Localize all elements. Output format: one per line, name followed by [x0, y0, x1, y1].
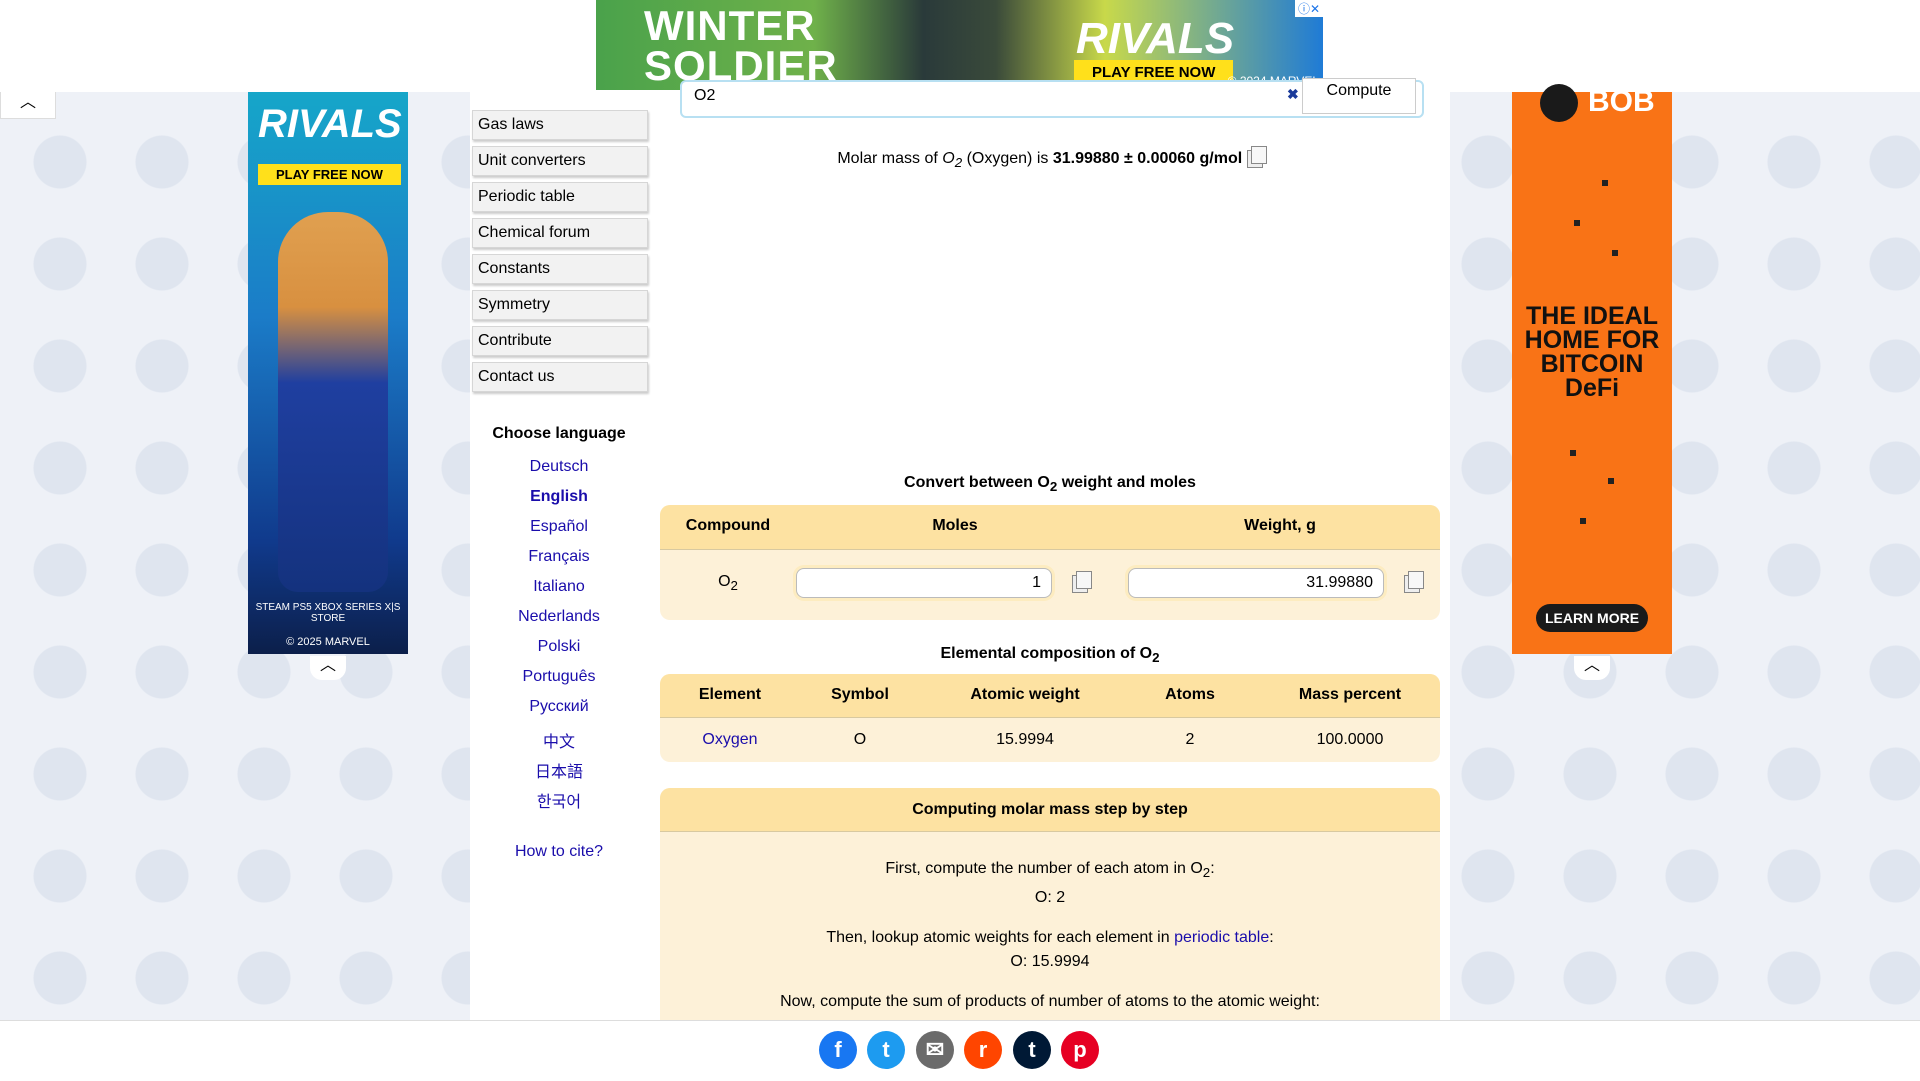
language-link-espanol[interactable]: Español [470, 518, 648, 536]
formula-input[interactable] [692, 82, 1296, 110]
share-bar: f t ✉ r t p [0, 1020, 1920, 1081]
language-link-italiano[interactable]: Italiano [470, 578, 648, 596]
tumblr-share-icon[interactable]: t [1013, 1031, 1051, 1069]
weight-input[interactable]: 31.99880 [1128, 568, 1384, 598]
nav-item-symmetry[interactable]: Symmetry [472, 290, 648, 320]
ad-logo: BOB [1540, 84, 1655, 122]
language-link-japanese[interactable]: 日本語 [470, 758, 648, 782]
compound-cell: O2 [718, 573, 738, 594]
top-banner-ad[interactable]: WINTERSOLDIER RIVALS PLAY FREE NOW © 202… [596, 0, 1323, 90]
ad-platforms: STEAM PS5 XBOX SERIES X|S STORE [255, 602, 401, 624]
step-1-text: First, compute the number of each atom i… [885, 860, 1215, 881]
copy-icon[interactable] [1404, 571, 1424, 593]
column-header-element: Element [698, 686, 762, 703]
symbol-cell: O [853, 731, 867, 748]
atoms-cell: 2 [1185, 731, 1195, 748]
language-link-francais[interactable]: Français [470, 548, 648, 566]
ad-cta-button[interactable]: LEARN MORE [1536, 604, 1648, 632]
language-heading: Choose language [492, 425, 626, 442]
language-link-chinese[interactable]: 中文 [470, 728, 648, 752]
step-3-text: Now, compute the sum of products of numb… [780, 993, 1320, 1010]
ad-headline: THE IDEAL HOME FOR BITCOIN DeFi [1524, 302, 1660, 402]
convert-table: Compound Moles Weight, g O2 1 31.99880 [660, 505, 1440, 620]
email-share-icon[interactable]: ✉ [916, 1031, 954, 1069]
element-link-oxygen[interactable]: Oxygen [670, 731, 790, 749]
column-header-compound: Compound [685, 517, 771, 534]
steps-header: Computing molar mass step by step [660, 788, 1440, 832]
atomic-weight-cell: 15.9994 [996, 731, 1054, 748]
language-link-portugues[interactable]: Português [470, 668, 648, 686]
compute-button[interactable]: Compute [1302, 78, 1416, 114]
nav-item-gas-laws[interactable]: Gas laws [472, 110, 648, 140]
twitter-share-icon[interactable]: t [867, 1031, 905, 1069]
facebook-share-icon[interactable]: f [819, 1031, 857, 1069]
nav-item-periodic-table[interactable]: Periodic table [472, 182, 648, 212]
periodic-table-link[interactable]: periodic table [1174, 929, 1269, 946]
ad-title: WINTER SOLDIER [644, 2, 838, 89]
pinterest-share-icon[interactable]: p [1061, 1031, 1099, 1069]
language-link-nederlands[interactable]: Nederlands [470, 608, 648, 626]
collapse-up-icon[interactable]: ︿ [0, 92, 56, 119]
ad-brand: RIVALS [1076, 14, 1235, 63]
column-header-mass-percent: Mass percent [1298, 686, 1402, 703]
right-skyscraper-ad[interactable]: BOB THE IDEAL HOME FOR BITCOIN DeFi LEAR… [1512, 84, 1672, 654]
step-2-value: O: 15.9994 [1010, 953, 1090, 970]
convert-title: Convert between O2 weight and moles [904, 474, 1196, 495]
steps-title: Computing molar mass step by step [660, 788, 1440, 832]
composition-title: Elemental composition of O2 [940, 645, 1160, 666]
clear-icon[interactable]: ✖ [1287, 86, 1299, 103]
column-header-atomic-weight: Atomic weight [970, 686, 1080, 703]
language-link-russian[interactable]: Русский [470, 698, 648, 716]
ad-copyright: © 2025 MARVEL [286, 636, 370, 648]
language-link-deutsch[interactable]: Deutsch [470, 458, 648, 476]
collapse-up-icon[interactable]: ︿ [1574, 656, 1610, 680]
copy-icon[interactable] [1246, 146, 1267, 168]
language-link-korean[interactable]: 한국어 [470, 788, 648, 812]
ad-cta-button[interactable]: PLAY FREE NOW [258, 164, 401, 185]
result-formula: O [942, 150, 955, 167]
language-link-english[interactable]: English [470, 488, 648, 506]
nav-item-constants[interactable]: Constants [472, 254, 648, 284]
copy-icon[interactable] [1072, 571, 1092, 593]
left-skyscraper-ad[interactable]: RIVALS PLAY FREE NOW STEAM PS5 XBOX SERI… [248, 92, 408, 654]
column-header-weight: Weight, g [1244, 517, 1316, 534]
nav-item-unit-converters[interactable]: Unit converters [472, 146, 648, 176]
nav-item-contribute[interactable]: Contribute [472, 326, 648, 356]
mass-percent-cell: 100.0000 [1316, 731, 1384, 748]
ad-brand: RIVALS [258, 102, 402, 146]
formula-search-box: ✖ Compute [680, 78, 1424, 118]
step-2-text: Then, lookup atomic weights for each ele… [826, 929, 1274, 946]
language-link-polski[interactable]: Polski [470, 638, 648, 656]
column-header-symbol: Symbol [831, 686, 889, 703]
nav-item-chemical-forum[interactable]: Chemical forum [472, 218, 648, 248]
column-header-moles: Moles [932, 517, 978, 534]
reddit-share-icon[interactable]: r [964, 1031, 1002, 1069]
moles-input[interactable]: 1 [796, 568, 1052, 598]
step-1-value: O: 2 [1034, 889, 1066, 906]
nav-item-contact-us[interactable]: Contact us [472, 362, 648, 392]
result-value: 31.99880 ± 0.00060 g/mol [1052, 150, 1243, 167]
column-header-atoms: Atoms [1165, 686, 1215, 703]
collapse-up-icon[interactable]: ︿ [310, 656, 346, 680]
composition-table: Element Symbol Atomic weight Atoms Mass … [660, 674, 1440, 762]
ad-character-image [278, 212, 388, 592]
ad-close-icon[interactable]: ⓘ✕ [1294, 0, 1323, 17]
molar-mass-result: Molar mass of O2 (Oxygen) is 31.99880 ± … [660, 146, 1440, 170]
how-to-cite-link[interactable]: How to cite? [470, 843, 648, 861]
